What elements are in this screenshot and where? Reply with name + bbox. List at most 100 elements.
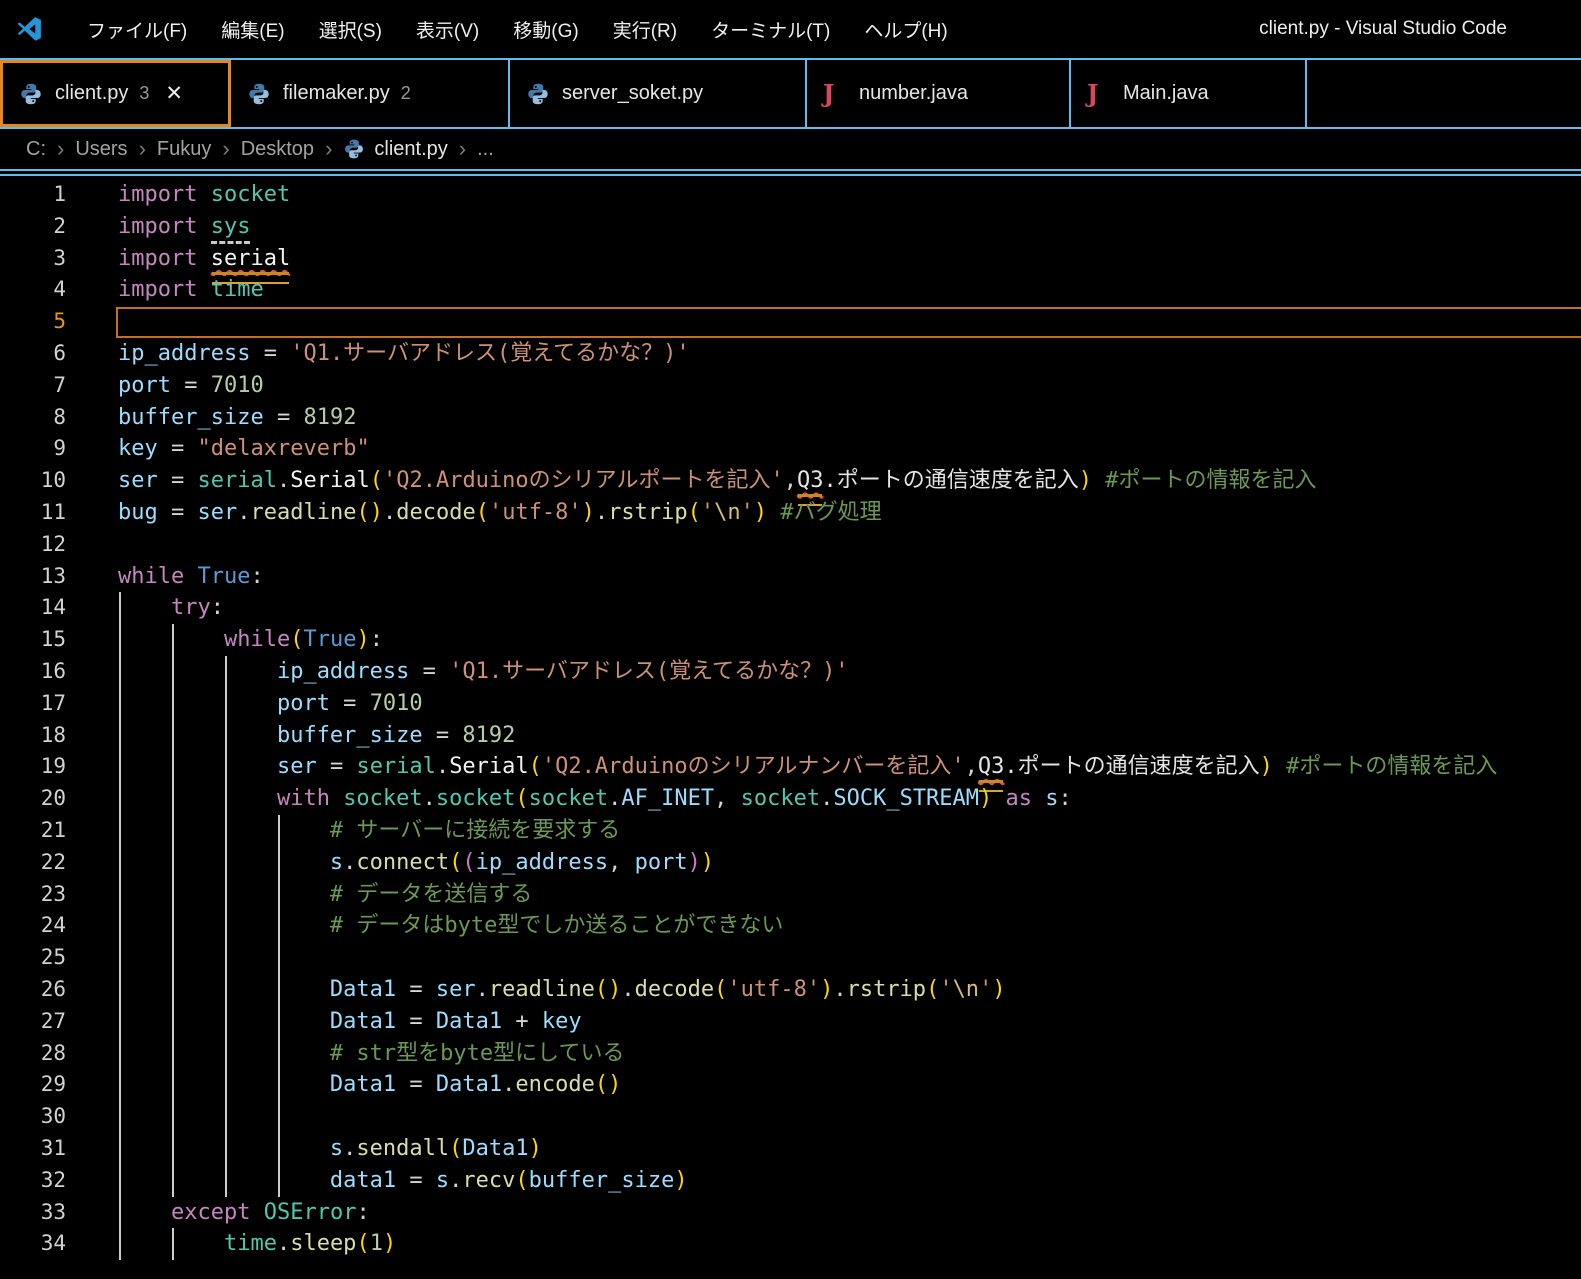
code-line[interactable]: 1import socket [0, 179, 1581, 211]
menu-item-5[interactable]: 実行(R) [596, 8, 694, 51]
code-content: import time [118, 274, 1581, 306]
code-line[interactable]: 25 [0, 942, 1581, 974]
menu-item-3[interactable]: 表示(V) [399, 8, 496, 51]
menu-item-4[interactable]: 移動(G) [496, 8, 595, 51]
indent-guide [225, 1133, 227, 1165]
code-token: while [118, 564, 184, 589]
code-line[interactable]: 30 [0, 1101, 1581, 1133]
code-line[interactable]: 17 port = 7010 [0, 688, 1581, 720]
code-content: port = 7010 [118, 688, 1581, 720]
python-file-icon [19, 82, 43, 106]
code-token: 7010 [370, 691, 423, 716]
code-line[interactable]: 28 # str型をbyte型にしている [0, 1038, 1581, 1070]
line-number: 31 [0, 1133, 118, 1165]
breadcrumb-separator-icon: › [57, 136, 64, 162]
menu-item-2[interactable]: 選択(S) [302, 8, 399, 51]
code-token [118, 595, 171, 620]
code-line[interactable]: 11bug = ser.readline().decode('utf-8').r… [0, 497, 1581, 529]
indent-guide [225, 1069, 227, 1101]
code-line[interactable]: 22 s.connect((ip_address, port)) [0, 847, 1581, 879]
java-file-icon: J [1087, 82, 1111, 106]
menu-item-7[interactable]: ヘルプ(H) [847, 8, 964, 51]
breadcrumb-file[interactable]: client.py [343, 138, 447, 161]
code-line[interactable]: 34 time.sleep(1) [0, 1228, 1581, 1260]
breadcrumb-item[interactable]: Desktop [241, 138, 314, 161]
code-token: sleep [290, 1231, 356, 1256]
code-line[interactable]: 4import time [0, 274, 1581, 306]
code-token: #ポートの情報を記入 [1105, 468, 1316, 493]
title-bar: ファイル(F)編集(E)選択(S)表示(V)移動(G)実行(R)ターミナル(T)… [0, 0, 1581, 58]
code-line[interactable]: 7port = 7010 [0, 370, 1581, 402]
tab-filemaker.py[interactable]: filemaker.py2 [231, 60, 510, 127]
breadcrumb-item[interactable]: C: [26, 138, 46, 161]
code-line[interactable]: 26 Data1 = ser.readline().decode('utf-8'… [0, 974, 1581, 1006]
code-line[interactable]: 29 Data1 = Data1.encode() [0, 1069, 1581, 1101]
code-line[interactable]: 32 data1 = s.recv(buffer_size) [0, 1165, 1581, 1197]
code-line[interactable]: 31 s.sendall(Data1) [0, 1133, 1581, 1165]
code-editor[interactable]: 1import socket2import sys3import serial4… [0, 176, 1581, 1260]
code-line[interactable]: 3import serial [0, 243, 1581, 275]
code-line[interactable]: 19 ser = serial.Serial('Q2.Arduinoのシリアルナ… [0, 751, 1581, 783]
code-token [1032, 786, 1045, 811]
menu-item-0[interactable]: ファイル(F) [70, 8, 204, 51]
breadcrumb-more[interactable]: ... [477, 138, 494, 161]
code-line[interactable]: 23 # データを送信する [0, 879, 1581, 911]
indent-guide [278, 942, 280, 974]
code-line[interactable]: 16 ip_address = 'Q1.サーバアドレス(覚えてるかな？)' [0, 656, 1581, 688]
indent-guide [172, 720, 174, 752]
tab-label: client.py [55, 82, 128, 105]
code-token: ' [741, 500, 754, 525]
code-token [118, 913, 330, 938]
tab-Main.java[interactable]: J Main.java [1071, 60, 1307, 127]
code-content: buffer_size = 8192 [118, 720, 1581, 752]
menu-item-1[interactable]: 編集(E) [204, 8, 301, 51]
tab-server_soket.py[interactable]: server_soket.py [510, 60, 807, 127]
indent-guide [119, 1133, 121, 1165]
line-number: 19 [0, 751, 118, 783]
code-line[interactable]: 20 with socket.socket(socket.AF_INET, so… [0, 783, 1581, 815]
code-token: ( [515, 786, 528, 811]
code-line[interactable]: 10ser = serial.Serial('Q2.Arduinoのシリアルポー… [0, 465, 1581, 497]
code-token: decode [396, 500, 475, 525]
code-line[interactable]: 6ip_address = 'Q1.サーバアドレス(覚えてるかな？)' [0, 338, 1581, 370]
code-token: . [621, 977, 634, 1002]
code-line[interactable]: 15 while(True): [0, 624, 1581, 656]
code-token: = [396, 1009, 436, 1034]
code-token: rstrip [847, 977, 926, 1002]
code-token: socket [211, 182, 290, 207]
code-line[interactable]: 2import sys [0, 211, 1581, 243]
code-token: # str型をbyte型にしている [330, 1041, 625, 1066]
indent-guide [172, 910, 174, 942]
tab-close-icon[interactable]: ✕ [165, 81, 183, 106]
breadcrumb-item[interactable]: Fukuy [157, 138, 211, 161]
code-line[interactable]: 21 # サーバーに接続を要求する [0, 815, 1581, 847]
code-line[interactable]: 5 [0, 306, 1581, 338]
code-content [118, 942, 1581, 974]
code-line[interactable]: 13while True: [0, 561, 1581, 593]
code-line[interactable]: 14 try: [0, 592, 1581, 624]
code-token: ' [979, 977, 992, 1002]
tab-label: Main.java [1123, 82, 1209, 105]
code-line[interactable]: 33 except OSError: [0, 1197, 1581, 1229]
line-number: 30 [0, 1101, 118, 1133]
code-token [992, 786, 1005, 811]
line-number: 13 [0, 561, 118, 593]
code-line[interactable]: 8buffer_size = 8192 [0, 402, 1581, 434]
menu-item-6[interactable]: ターミナル(T) [694, 8, 847, 51]
tab-label: filemaker.py [283, 82, 390, 105]
breadcrumb-item[interactable]: Users [75, 138, 127, 161]
code-token: \n [953, 977, 980, 1002]
code-line[interactable]: 18 buffer_size = 8192 [0, 720, 1581, 752]
code-line[interactable]: 27 Data1 = Data1 + key [0, 1006, 1581, 1038]
code-content: key = "delaxreverb" [118, 433, 1581, 465]
code-token: ( [515, 1168, 528, 1193]
tab-client.py[interactable]: client.py3✕ [0, 60, 231, 127]
breadcrumb-separator-icon: › [325, 136, 332, 162]
code-line[interactable]: 24 # データはbyte型でしか送ることができない [0, 910, 1581, 942]
code-line[interactable]: 9key = "delaxreverb" [0, 433, 1581, 465]
tab-number.java[interactable]: Jnumber.java [807, 60, 1071, 127]
breadcrumb-file-label: client.py [374, 138, 447, 161]
indent-guide [225, 688, 227, 720]
code-content: buffer_size = 8192 [118, 402, 1581, 434]
code-line[interactable]: 12 [0, 529, 1581, 561]
